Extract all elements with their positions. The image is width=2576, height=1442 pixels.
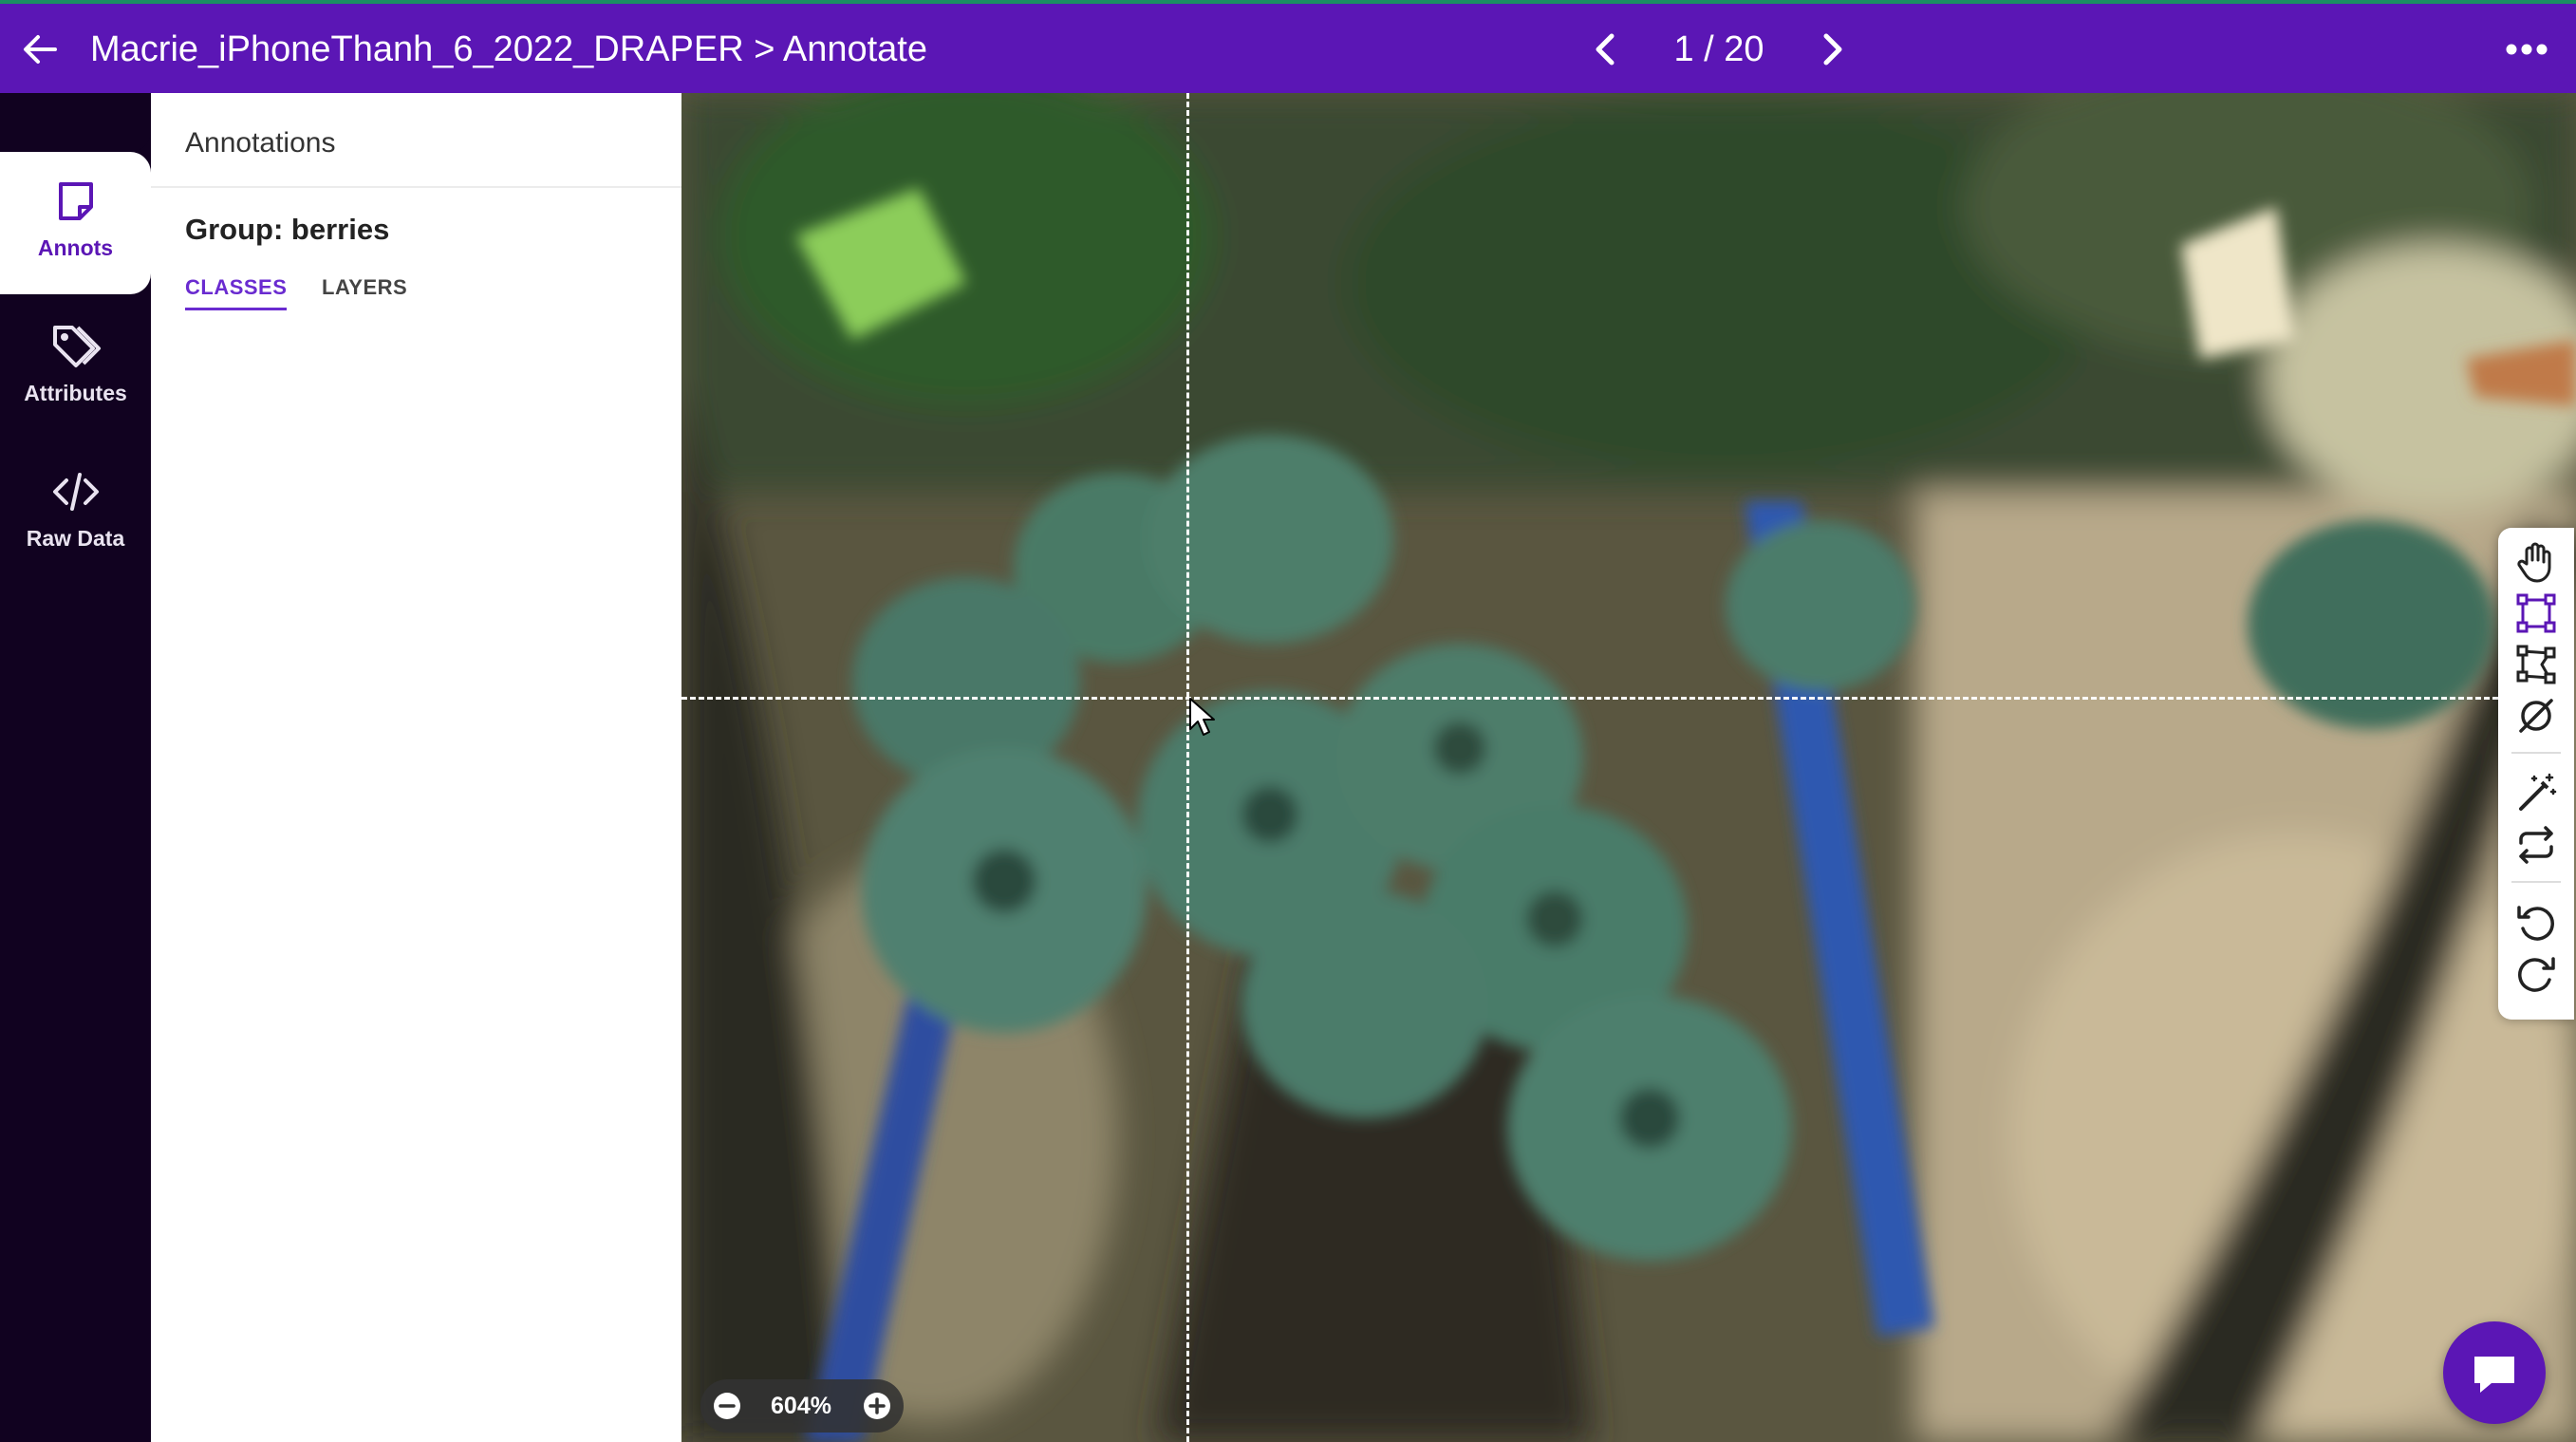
image-canvas[interactable] (681, 93, 2576, 1442)
note-icon (58, 182, 93, 220)
redo-icon (2518, 957, 2555, 992)
pan-tool-button[interactable] (2513, 539, 2559, 585)
chat-support-button[interactable] (2443, 1321, 2546, 1424)
page-counter: 1 / 20 (1673, 29, 1764, 69)
undo-icon (2517, 906, 2554, 941)
redo-button[interactable] (2513, 951, 2559, 997)
tab-classes[interactable]: CLASSES (185, 275, 288, 310)
hide-annotations-icon (2519, 699, 2553, 733)
tab-layers[interactable]: LAYERS (322, 275, 407, 308)
bounding-box-tool-button[interactable] (2513, 590, 2559, 636)
tool-palette (2498, 528, 2574, 1020)
group-title: Group: berries (185, 213, 390, 246)
top-bar: Macrie_iPhoneThanh_6_2022_DRAPER > Annot… (0, 0, 2576, 93)
previous-image-button[interactable] (1585, 28, 1627, 70)
chevron-right-icon (1823, 33, 1842, 66)
zoom-level: 604% (771, 1393, 831, 1419)
magic-wand-tool-button[interactable] (2513, 771, 2559, 816)
hide-annotations-button[interactable] (2513, 693, 2559, 739)
code-icon (52, 473, 99, 511)
tags-icon (52, 326, 101, 367)
arrow-left-icon (24, 35, 57, 64)
crosshair-horizontal (681, 697, 2498, 700)
zoom-control: 604% (700, 1379, 904, 1433)
nav-item-attributes[interactable]: Attributes (0, 297, 151, 440)
chevron-left-icon (1596, 33, 1615, 66)
polygon-tool-button[interactable] (2513, 642, 2559, 687)
bounding-box-icon (2516, 593, 2556, 633)
back-button[interactable] (21, 30, 59, 68)
panel-title: Annotations (185, 127, 336, 159)
nav-item-label: Annots (37, 235, 114, 260)
magic-wand-icon (2519, 773, 2557, 811)
polygon-icon (2516, 645, 2556, 684)
chat-bubble-icon (2474, 1357, 2514, 1393)
next-image-button[interactable] (1811, 28, 1853, 70)
undo-button[interactable] (2513, 900, 2559, 946)
more-options-button[interactable] (2504, 28, 2549, 70)
nav-item-raw-data[interactable]: Raw Data (0, 442, 151, 585)
crosshair-vertical (1186, 93, 1189, 1442)
mouse-pointer-icon (1189, 698, 1215, 736)
nav-item-label: Raw Data (26, 526, 125, 551)
minus-circle-icon (714, 1393, 740, 1419)
pan-hand-icon (2517, 542, 2551, 583)
zoom-in-button[interactable] (862, 1391, 892, 1421)
zoom-out-button[interactable] (712, 1391, 742, 1421)
swap-icon (2519, 826, 2553, 864)
more-horizontal-icon (2506, 44, 2548, 55)
panel-header: Annotations (151, 93, 681, 188)
nav-item-label: Attributes (24, 381, 127, 405)
left-navigation: Annots Attributes Raw Data (0, 93, 151, 1442)
annotation-image (681, 93, 2576, 1442)
toolbar-divider (2511, 752, 2561, 754)
swap-tool-button[interactable] (2513, 822, 2559, 868)
toolbar-divider (2511, 881, 2561, 883)
plus-circle-icon (864, 1393, 890, 1419)
page-title: Macrie_iPhoneThanh_6_2022_DRAPER > Annot… (90, 29, 927, 69)
nav-item-annots[interactable]: Annots (0, 95, 151, 294)
annotations-panel: Annotations Group: berries CLASSES LAYER… (151, 93, 681, 1442)
